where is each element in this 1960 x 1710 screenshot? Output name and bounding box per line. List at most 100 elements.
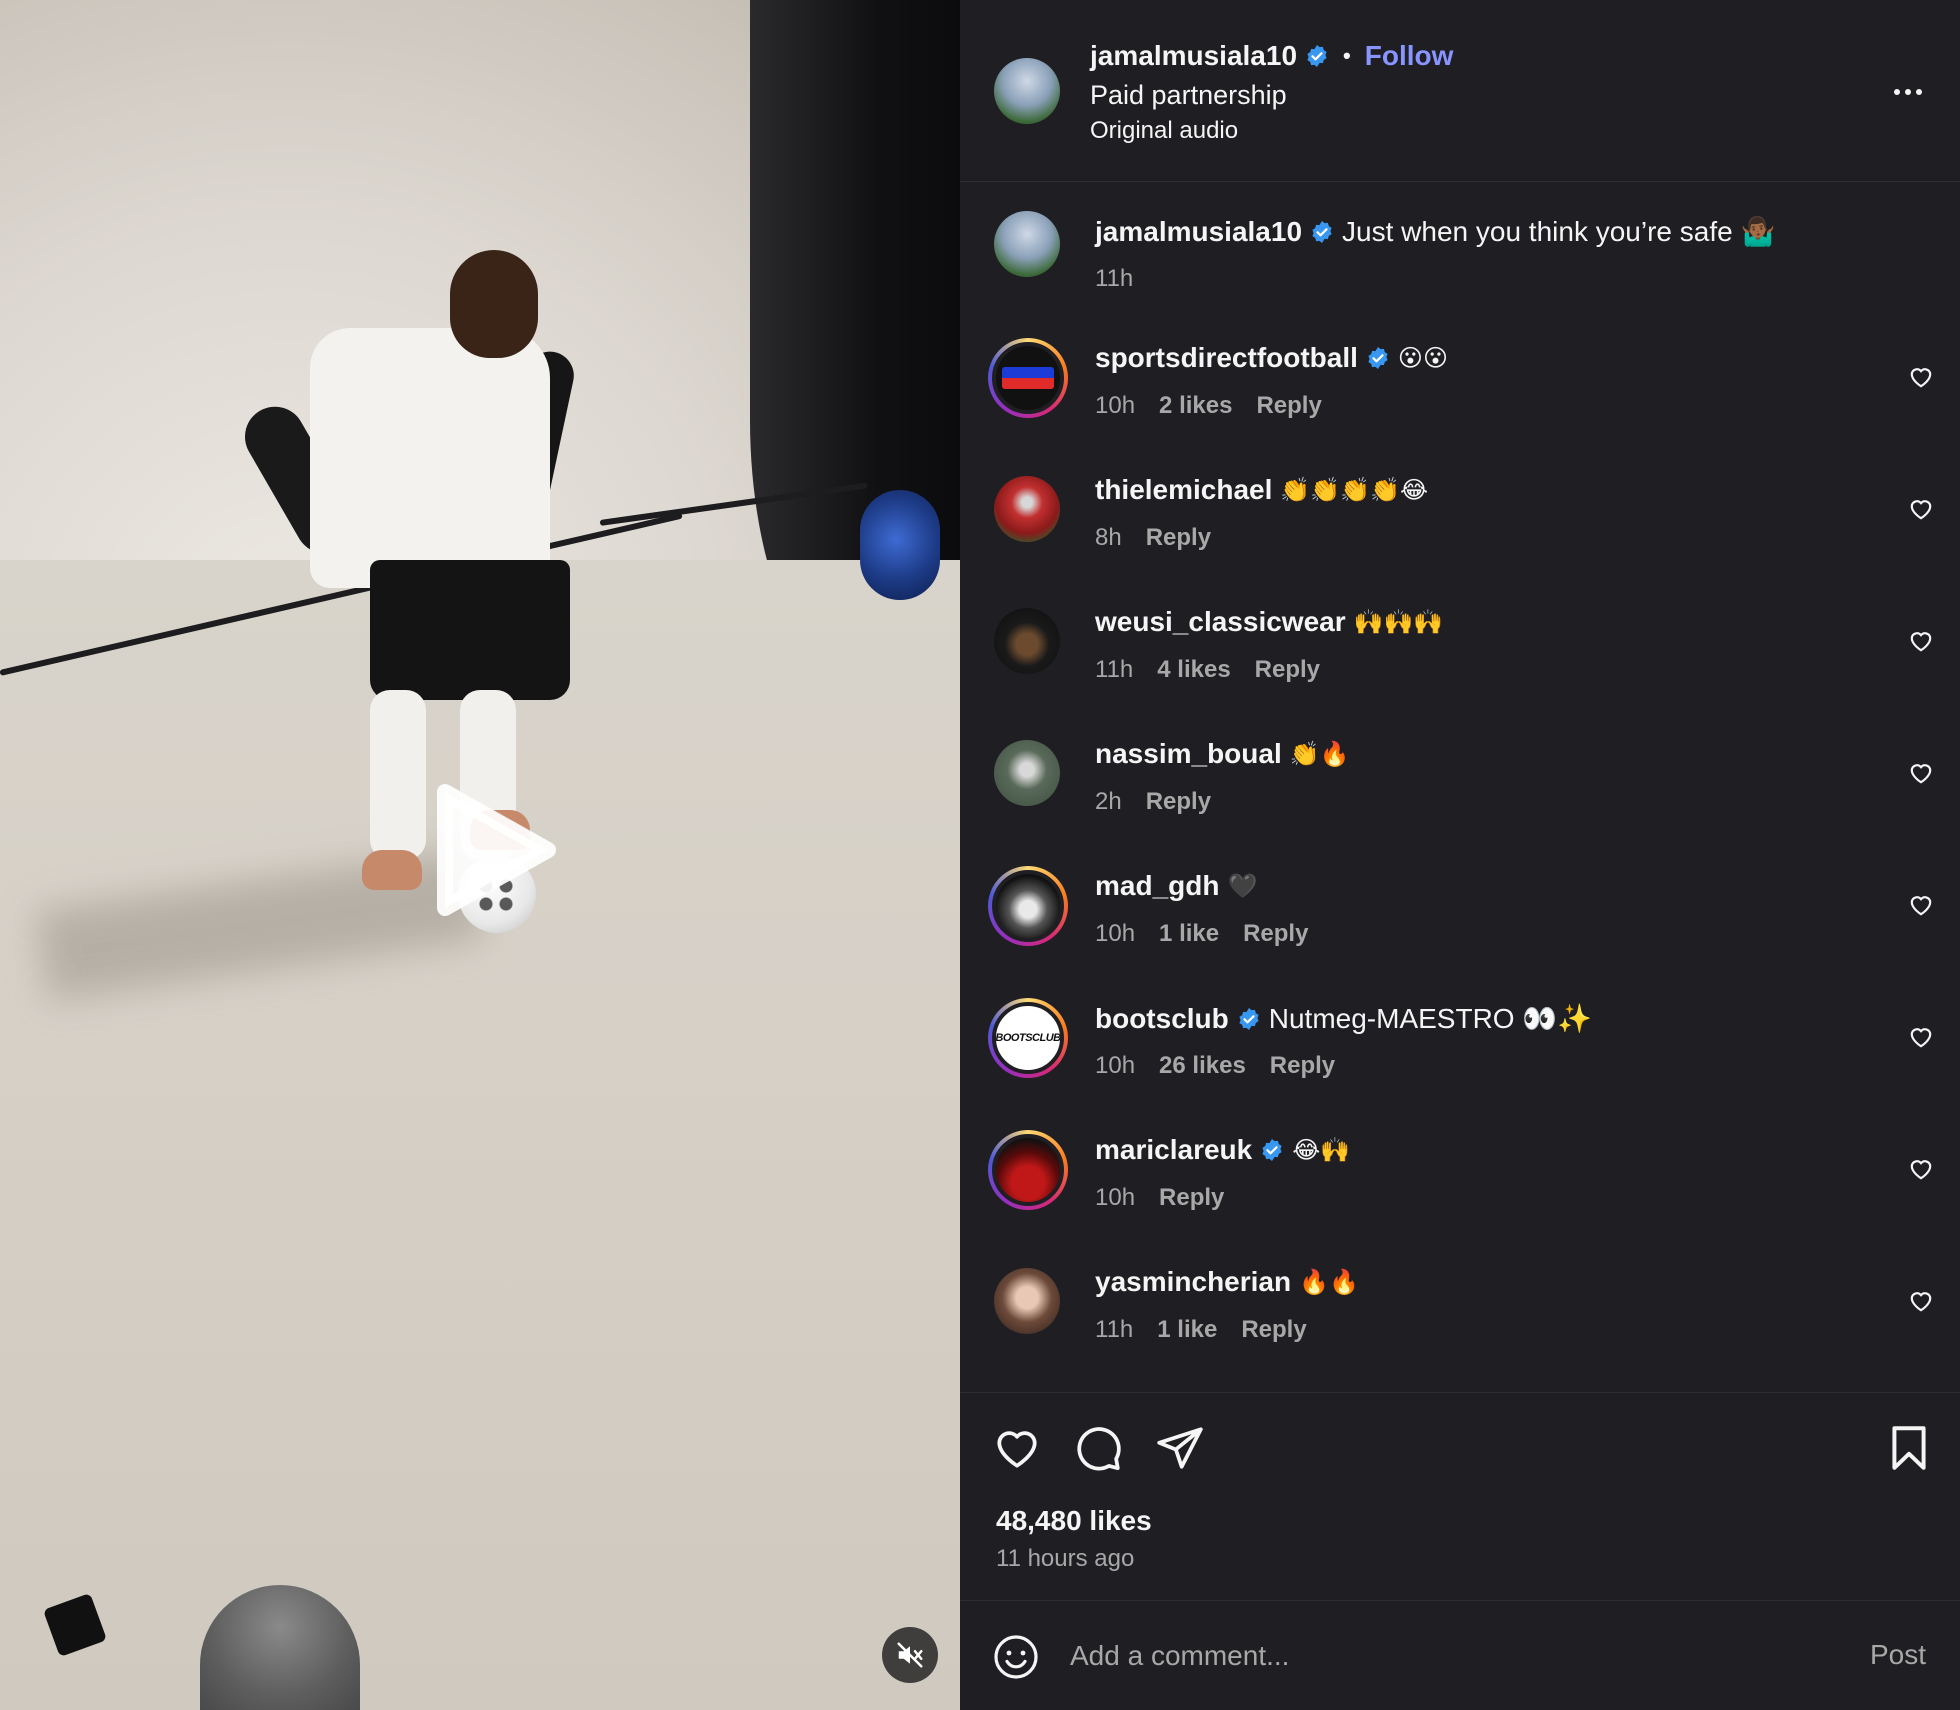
comment-time[interactable]: 11h bbox=[1095, 656, 1133, 684]
smiley-icon[interactable] bbox=[992, 1633, 1040, 1681]
comment-text: 🖤 bbox=[1227, 872, 1258, 900]
comment-item: mariclareuk 😂🙌 10h Reply bbox=[960, 1130, 1960, 1262]
comment-item: thielemichael 👏👏👏👏😂 8h Reply bbox=[960, 470, 1960, 602]
post-time[interactable]: 11 hours ago bbox=[996, 1545, 1134, 1573]
heart-icon[interactable] bbox=[1908, 628, 1934, 654]
commenter-username[interactable]: mad_gdh bbox=[1095, 870, 1219, 902]
separator-dot: • bbox=[1343, 43, 1351, 68]
comment-composer: Post bbox=[960, 1600, 1960, 1710]
comment-time[interactable]: 10h bbox=[1095, 920, 1135, 948]
author-avatar[interactable] bbox=[994, 58, 1060, 124]
comment-text: 😮😮 bbox=[1397, 344, 1448, 372]
heart-icon[interactable] bbox=[1908, 892, 1934, 918]
comment-time[interactable]: 10h bbox=[1095, 392, 1135, 420]
comment-item: mad_gdh 🖤 10h 1 like Reply bbox=[960, 866, 1960, 998]
verified-icon bbox=[1368, 347, 1388, 369]
heart-icon[interactable] bbox=[1908, 1288, 1934, 1314]
caption-time[interactable]: 11h bbox=[1095, 265, 1133, 293]
comment-text: 🔥🔥 bbox=[1299, 1268, 1359, 1296]
reply-button[interactable]: Reply bbox=[1255, 656, 1320, 684]
comment-time[interactable]: 2h bbox=[1095, 788, 1122, 816]
reply-button[interactable]: Reply bbox=[1146, 524, 1211, 552]
comment-icon[interactable] bbox=[1073, 1423, 1123, 1473]
verified-icon bbox=[1239, 1007, 1259, 1030]
comment-likes[interactable]: 4 likes bbox=[1157, 656, 1230, 684]
like-heart-icon[interactable] bbox=[992, 1423, 1042, 1473]
comment-time[interactable]: 10h bbox=[1095, 1052, 1135, 1080]
verified-icon bbox=[1307, 45, 1327, 67]
comment-item: BOOTSCLUB bootsclub Nutmeg-MAESTRO 👀✨ 10… bbox=[960, 998, 1960, 1130]
comment-time[interactable]: 8h bbox=[1095, 524, 1122, 552]
comment-item: yasmincherian 🔥🔥 11h 1 like Reply bbox=[960, 1262, 1960, 1391]
reply-button[interactable]: Reply bbox=[1243, 920, 1308, 948]
commenter-avatar[interactable] bbox=[988, 1130, 1068, 1210]
commenter-avatar[interactable] bbox=[988, 866, 1068, 946]
bookmark-icon[interactable] bbox=[1884, 1423, 1934, 1473]
reply-button[interactable]: Reply bbox=[1241, 1316, 1306, 1344]
reply-button[interactable]: Reply bbox=[1270, 1052, 1335, 1080]
comment-item: sportsdirectfootball 😮😮 10h 2 likes Repl… bbox=[960, 338, 1960, 470]
verified-icon bbox=[1262, 1139, 1282, 1161]
comment-text: Nutmeg-MAESTRO 👀✨ bbox=[1268, 1003, 1593, 1034]
reply-button[interactable]: Reply bbox=[1256, 392, 1321, 420]
mute-icon bbox=[897, 1642, 923, 1668]
commenter-avatar[interactable] bbox=[994, 740, 1060, 806]
comment-likes[interactable]: 2 likes bbox=[1159, 392, 1232, 420]
commenter-avatar[interactable] bbox=[994, 476, 1060, 542]
post-button[interactable]: Post bbox=[1870, 1639, 1926, 1671]
heart-icon[interactable] bbox=[1908, 1156, 1934, 1182]
commenter-username[interactable]: thielemichael bbox=[1095, 474, 1272, 506]
comment-time[interactable]: 10h bbox=[1095, 1184, 1135, 1212]
commenter-avatar[interactable]: BOOTSCLUB bbox=[988, 998, 1068, 1078]
post-actions: 48,480 likes 11 hours ago bbox=[960, 1392, 1960, 1600]
reply-button[interactable]: Reply bbox=[1146, 788, 1211, 816]
comment-time[interactable]: 11h bbox=[1095, 1316, 1133, 1344]
comment-text: 👏🔥 bbox=[1289, 740, 1350, 768]
commenter-username[interactable]: mariclareuk bbox=[1095, 1134, 1252, 1166]
heart-icon[interactable] bbox=[1908, 1024, 1934, 1050]
comment-likes[interactable]: 26 likes bbox=[1159, 1052, 1246, 1080]
caption-text: Just when you think you’re safe 🤷🏾‍♂️ bbox=[1342, 216, 1776, 247]
comment-text: 😂🙌 bbox=[1292, 1136, 1351, 1164]
cable-reel bbox=[860, 490, 940, 600]
mute-button[interactable] bbox=[882, 1627, 938, 1683]
follow-button[interactable]: Follow bbox=[1365, 40, 1454, 72]
commenter-avatar[interactable] bbox=[988, 338, 1068, 418]
audio-link[interactable]: Original audio bbox=[1090, 117, 1238, 145]
caption: jamalmusiala10 Just when you think you’r… bbox=[960, 211, 1960, 343]
heart-icon[interactable] bbox=[1908, 496, 1934, 522]
share-icon[interactable] bbox=[1155, 1423, 1205, 1473]
commenter-avatar[interactable] bbox=[994, 1268, 1060, 1334]
commenter-username[interactable]: sportsdirectfootball bbox=[1095, 342, 1358, 374]
comments-list[interactable]: jamalmusiala10 Just when you think you’r… bbox=[960, 183, 1960, 1391]
more-icon bbox=[1894, 89, 1900, 95]
commenter-avatar[interactable] bbox=[994, 608, 1060, 674]
play-icon[interactable] bbox=[420, 780, 560, 920]
verified-icon bbox=[1312, 220, 1332, 243]
paid-partnership-label[interactable]: Paid partnership bbox=[1090, 80, 1287, 111]
comment-likes[interactable]: 1 like bbox=[1159, 920, 1219, 948]
commenter-username[interactable]: nassim_boual bbox=[1095, 738, 1282, 770]
more-options-button[interactable] bbox=[1888, 74, 1928, 110]
comment-item: nassim_boual 👏🔥 2h Reply bbox=[960, 734, 1960, 866]
caption-avatar[interactable] bbox=[994, 211, 1060, 277]
commenter-username[interactable]: bootsclub bbox=[1095, 1003, 1229, 1035]
post-header: jamalmusiala10 • Follow Paid partnership… bbox=[960, 0, 1960, 182]
bootsclub-logo: BOOTSCLUB bbox=[995, 1032, 1061, 1044]
author-row: jamalmusiala10 • Follow bbox=[1090, 40, 1453, 72]
video-player[interactable] bbox=[0, 0, 960, 1710]
post-panel: jamalmusiala10 • Follow Paid partnership… bbox=[960, 0, 1960, 1710]
comment-text: 👏👏👏👏😂 bbox=[1280, 476, 1428, 504]
caption-username[interactable]: jamalmusiala10 bbox=[1095, 216, 1302, 248]
commenter-username[interactable]: weusi_classicwear bbox=[1095, 606, 1346, 638]
heart-icon[interactable] bbox=[1908, 364, 1934, 390]
comment-item: weusi_classicwear 🙌🙌🙌 11h 4 likes Reply bbox=[960, 602, 1960, 734]
commenter-username[interactable]: yasmincherian bbox=[1095, 1266, 1291, 1298]
comment-input[interactable] bbox=[1070, 1627, 1770, 1685]
author-username[interactable]: jamalmusiala10 bbox=[1090, 40, 1297, 72]
reply-button[interactable]: Reply bbox=[1159, 1184, 1224, 1212]
comment-likes[interactable]: 1 like bbox=[1157, 1316, 1217, 1344]
comment-text: 🙌🙌🙌 bbox=[1353, 608, 1444, 636]
heart-icon[interactable] bbox=[1908, 760, 1934, 786]
likes-count[interactable]: 48,480 likes bbox=[996, 1505, 1152, 1537]
